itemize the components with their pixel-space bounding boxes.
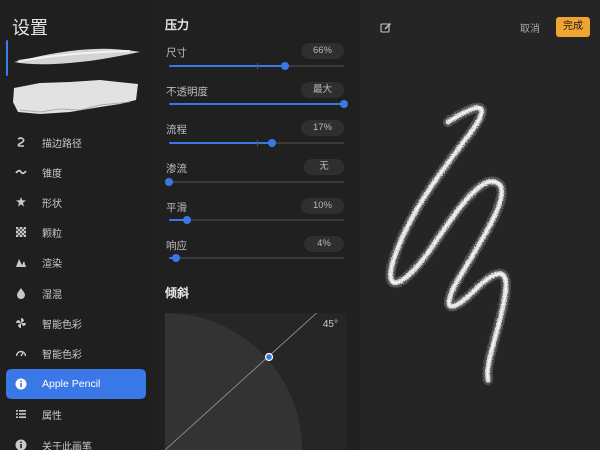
tilt-graph[interactable]: 45° [165, 313, 346, 450]
slider-track [169, 181, 344, 183]
slider-track [169, 219, 344, 221]
slider-fill [169, 65, 285, 67]
selected-indicator [6, 40, 8, 76]
cancel-button[interactable]: 取消 [520, 20, 540, 35]
slider-thumb[interactable] [165, 178, 173, 186]
sidebar-item-properties[interactable]: 属性 [6, 399, 146, 429]
slider-smoothing[interactable] [169, 215, 344, 225]
done-button[interactable]: 完成 [556, 17, 590, 37]
sidebar-item-label: 智能色彩 [42, 349, 82, 361]
slider-thumb[interactable] [172, 254, 180, 262]
sidebar-item-dynamics[interactable]: 智能色彩 [6, 338, 146, 368]
info-icon [14, 377, 28, 391]
brush-shape-preview[interactable] [10, 74, 142, 120]
sidebar-item-label: 渲染 [42, 258, 62, 270]
slider-thumb[interactable] [280, 62, 289, 70]
settings-panel: 压力 尺寸 66% 不透明度 最大 流程 17% 渗流 无 平滑 10% 响应 … [151, 0, 360, 450]
sidebar-item-taper[interactable]: 锥度 [6, 157, 146, 187]
slider-tick [256, 63, 258, 69]
sidebar-item-label: 属性 [42, 410, 62, 422]
tilt-handle [264, 352, 274, 362]
section-title-pressure: 压力 [165, 18, 190, 32]
wet-mix-icon [14, 286, 28, 300]
edit-icon[interactable] [380, 22, 392, 34]
slider-track [169, 257, 344, 259]
slider-response[interactable] [169, 253, 344, 263]
dynamics-icon [14, 346, 28, 360]
sidebar-item-label: 湿混 [42, 289, 62, 301]
slider-opacity[interactable] [169, 99, 348, 109]
sidebar-item-stroke-path[interactable]: 描边路径 [6, 127, 146, 157]
sidebar-item-shape[interactable]: 形状 [6, 187, 146, 217]
setting-value-size[interactable]: 66% [300, 43, 344, 59]
slider-fill [169, 103, 344, 105]
setting-label-size: 尺寸 [166, 47, 187, 59]
sidebar-item-wet-mix[interactable]: 湿混 [6, 278, 146, 308]
rendering-icon [14, 255, 28, 269]
slider-thumb[interactable] [268, 139, 277, 147]
grain-icon [14, 225, 28, 239]
sidebar-item-about-brush[interactable]: 关于此画笔 [6, 430, 146, 450]
setting-label-flow: 流程 [166, 124, 187, 136]
brush-stroke-preview[interactable] [10, 40, 142, 74]
setting-label-opacity: 不透明度 [166, 86, 208, 98]
stroke-preview [385, 102, 511, 385]
slider-bleed[interactable] [165, 177, 344, 187]
setting-value-smoothing[interactable]: 10% [300, 198, 344, 214]
sidebar-item-label: 智能色彩 [42, 319, 82, 331]
sidebar-title: 设置 [12, 18, 48, 38]
setting-value-opacity[interactable]: 最大 [300, 82, 344, 98]
setting-label-smoothing: 平滑 [166, 202, 187, 214]
sidebar: 设置 描边路径 锥度 形状 颗粒 渲染 湿混 智能色彩 智能色彩 Apple P… [0, 0, 151, 450]
taper-icon [14, 165, 28, 179]
tilt-graph-drawing [165, 313, 318, 450]
sidebar-item-label: 锥度 [42, 168, 62, 180]
slider-size[interactable] [169, 61, 344, 71]
info-icon [14, 438, 28, 450]
setting-value-flow[interactable]: 17% [300, 120, 344, 136]
sidebar-item-label: 描边路径 [42, 138, 82, 150]
setting-value-bleed[interactable]: 无 [304, 159, 344, 175]
stroke-path-icon [14, 135, 28, 149]
slider-flow[interactable] [169, 138, 344, 148]
sidebar-item-label: 颗粒 [42, 228, 62, 240]
slider-tick [256, 140, 258, 146]
tilt-angle-label: 45° [322, 319, 338, 330]
list-icon [14, 407, 28, 421]
slider-thumb[interactable] [182, 216, 191, 224]
slider-thumb[interactable] [340, 100, 348, 108]
sidebar-item-label: 形状 [42, 198, 62, 210]
setting-label-bleed: 渗流 [166, 163, 187, 175]
setting-value-response[interactable]: 4% [304, 236, 344, 252]
sidebar-item-rendering[interactable]: 渲染 [6, 247, 146, 277]
drawing-pad[interactable]: 取消 完成 [360, 0, 600, 450]
sidebar-item-label: Apple Pencil [42, 378, 101, 390]
sidebar-item-color-dynamics[interactable]: 智能色彩 [6, 308, 146, 338]
sidebar-item-label: 关于此画笔 [42, 441, 92, 450]
sidebar-item-apple-pencil[interactable]: Apple Pencil [6, 369, 146, 399]
color-dynamics-icon [14, 316, 28, 330]
sidebar-item-grain[interactable]: 颗粒 [6, 217, 146, 247]
shape-icon [14, 195, 28, 209]
section-title-tilt: 倾斜 [165, 286, 190, 300]
setting-label-response: 响应 [166, 240, 187, 252]
